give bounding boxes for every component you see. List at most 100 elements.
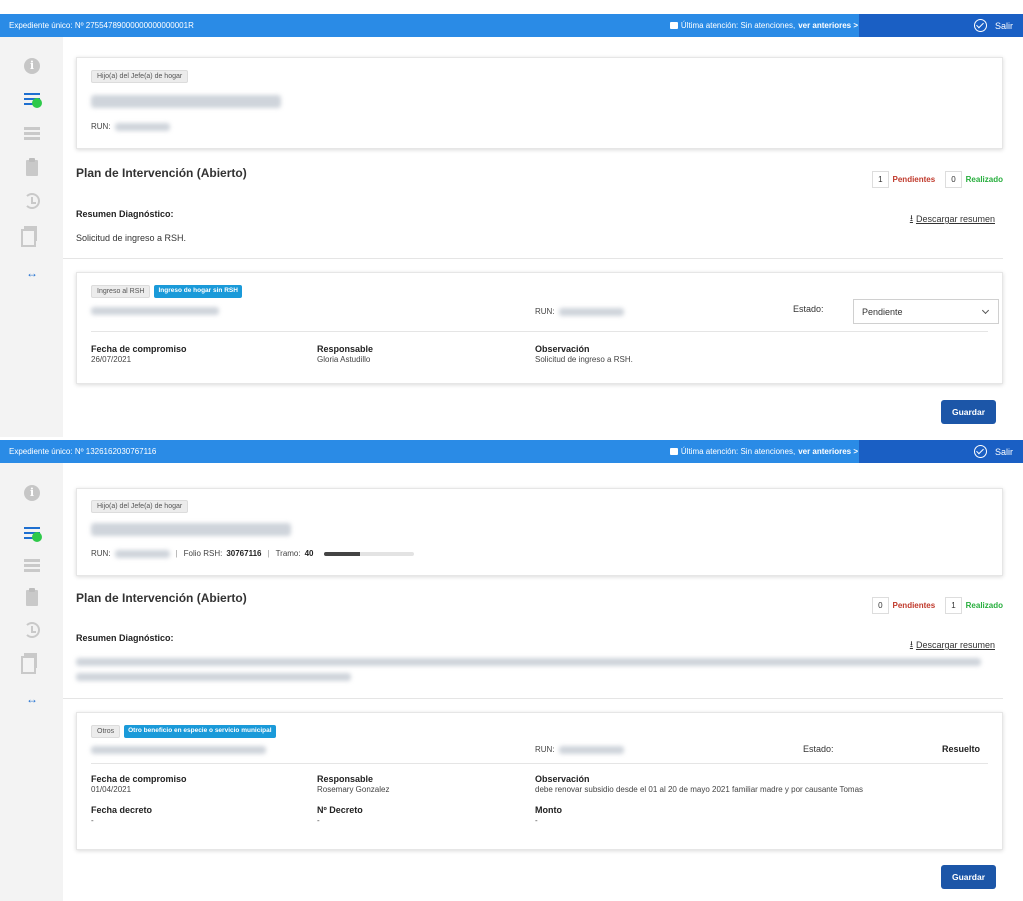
- resumen-label: Resumen Diagnóstico:: [76, 633, 174, 643]
- status-dot: [32, 98, 42, 108]
- expand-icon[interactable]: ↔: [24, 692, 40, 708]
- realizado-label: Realizado: [965, 175, 1003, 184]
- responsable: Responsable Rosemary Gonzalez: [317, 774, 390, 794]
- sidebar: ↔: [0, 37, 63, 437]
- run-line: RUN: | Folio RSH: 30767116 | Tramo: 40: [91, 549, 414, 558]
- status-dot: [32, 532, 42, 542]
- chevron-down-icon: [981, 306, 990, 315]
- person-name-redacted: [91, 746, 266, 754]
- subcategory-tag: Ingreso de hogar sin RSH: [154, 285, 242, 298]
- expediente-label: Expediente único: Nº 1326162030767116: [9, 447, 157, 456]
- guardar-button[interactable]: Guardar: [941, 400, 996, 424]
- expediente-label: Expediente único: Nº 2755478900000000000…: [9, 21, 194, 30]
- run-redacted: [114, 549, 170, 558]
- diagnostico-text-redacted: [76, 658, 981, 666]
- observacion: Observación Solicitud de ingreso a RSH.: [535, 344, 633, 364]
- diagnostico-text-redacted: [76, 673, 351, 681]
- panel-case-2: Expediente único: Nº 1326162030767116 Úl…: [0, 440, 1023, 901]
- run-redacted: [558, 745, 624, 754]
- role-tag: Hijo(a) del Jefe(a) de hogar: [91, 500, 189, 513]
- category-tag: Otros: [91, 725, 121, 738]
- fecha-decreto: Fecha decreto -: [91, 805, 153, 825]
- copy-icon[interactable]: [21, 653, 37, 674]
- commitment-tags: Otros Otro beneficio en especie o servic…: [91, 725, 276, 738]
- person-name-redacted: [91, 95, 281, 108]
- divider: [63, 258, 1003, 259]
- realizado-label: Realizado: [965, 601, 1003, 610]
- top-bar: Expediente único: Nº 1326162030767116 Úl…: [0, 440, 1023, 463]
- download-icon: ⭳: [909, 213, 913, 223]
- person-card: Hijo(a) del Jefe(a) de hogar RUN:: [76, 57, 1003, 149]
- grid-icon[interactable]: [24, 559, 40, 573]
- numero-decreto: Nº Decreto -: [317, 805, 363, 825]
- divider: [63, 698, 1003, 699]
- salir-button[interactable]: Salir: [859, 440, 1023, 463]
- list-icon[interactable]: [24, 527, 42, 542]
- estado-value: Resuelto: [942, 744, 981, 754]
- top-bar: Expediente único: Nº 2755478900000000000…: [0, 14, 1023, 37]
- pendientes-label: Pendientes: [892, 601, 936, 610]
- guardar-button[interactable]: Guardar: [941, 865, 996, 889]
- realizado-count: 1: [945, 597, 962, 614]
- diagnostico-text: Solicitud de ingreso a RSH.: [76, 233, 187, 243]
- ver-anteriores-link[interactable]: ver anteriores >: [798, 440, 858, 463]
- sidebar: ↔: [0, 463, 63, 901]
- person-card: Hijo(a) del Jefe(a) de hogar RUN: | Foli…: [76, 488, 1003, 576]
- divider: [91, 331, 988, 332]
- counters: 1 Pendientes 0 Realizado: [872, 171, 1003, 188]
- history-icon[interactable]: [24, 193, 40, 209]
- commitment-run: RUN:: [535, 745, 624, 754]
- realizado-count: 0: [945, 171, 962, 188]
- estado-label: Estado:: [793, 304, 824, 314]
- estado-label: Estado:: [803, 744, 834, 754]
- download-resumen-link[interactable]: ⭳ Descargar resumen: [910, 211, 995, 227]
- last-attention: Última atención: Sin atenciones, ver ant…: [669, 440, 858, 463]
- expand-icon[interactable]: ↔: [24, 266, 40, 282]
- salir-button[interactable]: Salir: [859, 14, 1023, 37]
- person-name-redacted: [91, 523, 291, 536]
- tramo-progress-bar: [323, 551, 414, 556]
- counters: 0 Pendientes 1 Realizado: [872, 597, 1003, 614]
- divider: [91, 763, 988, 764]
- resumen-label: Resumen Diagnóstico:: [76, 209, 174, 219]
- commitment-run: RUN:: [535, 307, 624, 316]
- grid-icon[interactable]: [24, 127, 40, 141]
- commitment-card: Otros Otro beneficio en especie o servic…: [76, 712, 1003, 850]
- folio-value: 30767116: [226, 549, 262, 558]
- run-redacted: [114, 122, 170, 131]
- info-icon[interactable]: [24, 58, 40, 74]
- commitment-card: Ingreso al RSH Ingreso de hogar sin RSH …: [76, 272, 1003, 384]
- clipboard-icon[interactable]: [26, 158, 38, 176]
- responsable: Responsable Gloria Astudillo: [317, 344, 374, 364]
- person-name-redacted: [91, 307, 219, 315]
- fecha-compromiso: Fecha de compromiso 01/04/2021: [91, 774, 187, 794]
- check-circle-icon: [973, 445, 987, 458]
- copy-icon[interactable]: [21, 226, 37, 247]
- plan-title: Plan de Intervención (Abierto): [76, 166, 247, 180]
- check-circle-icon: [973, 19, 987, 32]
- plan-title: Plan de Intervención (Abierto): [76, 591, 247, 605]
- download-resumen-link[interactable]: ⭳ Descargar resumen: [910, 637, 995, 653]
- list-icon[interactable]: [24, 93, 42, 108]
- calendar-icon: [669, 22, 678, 29]
- ver-anteriores-link[interactable]: ver anteriores >: [798, 14, 858, 37]
- tramo-progress-fill: [323, 551, 360, 556]
- last-attention: Última atención: Sin atenciones, ver ant…: [669, 14, 858, 37]
- subcategory-tag: Otro beneficio en especie o servicio mun…: [124, 725, 276, 738]
- panel-case-1: Expediente único: Nº 2755478900000000000…: [0, 14, 1023, 437]
- observacion: Observación debe renovar subsidio desde …: [535, 774, 864, 794]
- download-icon: ⭳: [909, 639, 913, 649]
- estado-select[interactable]: Pendiente: [853, 299, 999, 324]
- pendientes-count: 1: [872, 171, 889, 188]
- history-icon[interactable]: [24, 622, 40, 638]
- category-tag: Ingreso al RSH: [91, 285, 151, 298]
- clipboard-icon[interactable]: [26, 588, 38, 606]
- role-tag: Hijo(a) del Jefe(a) de hogar: [91, 70, 189, 83]
- pendientes-count: 0: [872, 597, 889, 614]
- monto: Monto -: [535, 805, 562, 825]
- pendientes-label: Pendientes: [892, 175, 936, 184]
- run-line: RUN:: [91, 122, 170, 131]
- tramo-value: 40: [304, 549, 314, 558]
- run-redacted: [558, 307, 624, 316]
- info-icon[interactable]: [24, 485, 40, 501]
